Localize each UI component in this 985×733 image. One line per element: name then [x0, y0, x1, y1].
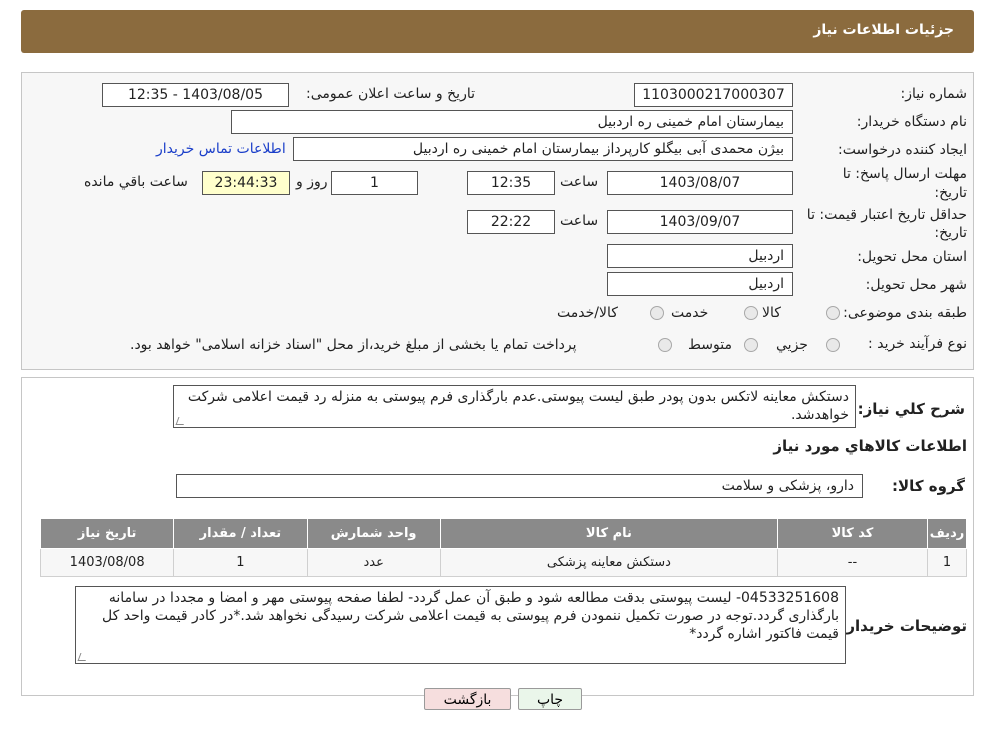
- validity-time-label: ساعت: [560, 213, 599, 229]
- description-label: شرح کلي نياز:: [857, 400, 965, 418]
- province-label: استان محل تحویل:: [857, 249, 967, 265]
- description-textarea[interactable]: دستکش معاینه لاتکس بدون پودر طبق لیست پی…: [173, 385, 856, 428]
- treasury-checkbox[interactable]: [658, 338, 672, 352]
- description-text: دستکش معاینه لاتکس بدون پودر طبق لیست پی…: [187, 389, 849, 423]
- time-remaining-label: ساعت باقي مانده: [84, 174, 188, 190]
- col-row-number: رديف: [926, 518, 968, 549]
- need-number-label: شماره نیاز:: [900, 86, 968, 102]
- category-radio-service[interactable]: [744, 306, 758, 320]
- col-unit: واحد شمارش: [306, 518, 441, 549]
- category-option-goods-service: کالا/خدمت: [557, 305, 618, 321]
- buyer-org-label: نام دستگاه خریدار:: [856, 114, 967, 130]
- cell-goods-code: --: [777, 548, 928, 577]
- buyer-notes-text: 04533251608- لیست پیوستی بدقت مطالعه شود…: [102, 590, 839, 642]
- table-row: 1 -- دستکش معاینه پزشکی عدد 1 1403/08/08: [39, 548, 968, 577]
- col-need-date: تاریخ نیاز: [39, 518, 175, 549]
- validity-label-line1: حداقل تاریخ اعتبار قیمت: تا: [806, 207, 967, 223]
- announce-label: تاریخ و ساعت اعلان عمومی:: [306, 86, 475, 102]
- category-option-service: خدمت: [671, 305, 709, 321]
- col-quantity: تعداد / مقدار: [173, 518, 308, 549]
- announce-field: 1403/08/05 - 12:35: [102, 83, 289, 107]
- goods-group-label: گروه کالا:: [892, 477, 965, 495]
- deadline-time-field: 12:35: [467, 171, 555, 195]
- validity-time-field: 22:22: [467, 210, 555, 234]
- cell-quantity: 1: [173, 548, 308, 577]
- buyer-notes-textarea[interactable]: 04533251608- لیست پیوستی بدقت مطالعه شود…: [75, 586, 846, 664]
- goods-info-title: اطلاعات کالاهاي مورد نياز: [773, 437, 967, 455]
- need-number-field: 1103000217000307: [634, 83, 793, 107]
- category-option-goods: کالا: [762, 305, 781, 321]
- process-option-minor: جزیي: [776, 337, 808, 353]
- resize-handle-icon: [175, 417, 187, 425]
- goods-table: رديف کد کالا نام کالا واحد شمارش تعداد /…: [39, 518, 968, 577]
- goods-group-field: دارو، پزشکی و سلامت: [176, 474, 863, 498]
- col-goods-name: نام کالا: [439, 518, 779, 549]
- buyer-contact-link[interactable]: اطلاعات تماس خریدار: [156, 141, 286, 157]
- category-radio-goods-service[interactable]: [650, 306, 664, 320]
- col-goods-code: کد کالا: [777, 518, 928, 549]
- validity-date-field: 1403/09/07: [607, 210, 793, 234]
- page-title: جزئیات اطلاعات نیاز: [813, 22, 954, 38]
- back-button[interactable]: بازگشت: [424, 688, 511, 710]
- creator-field: بیژن محمدی آبی بیگلو کارپرداز بیمارستان …: [293, 137, 793, 161]
- days-label: روز و: [296, 174, 328, 190]
- time-remaining-field: 23:44:33: [202, 171, 290, 195]
- city-label: شهر محل تحویل:: [865, 277, 967, 293]
- page-header: جزئیات اطلاعات نیاز: [21, 10, 974, 53]
- resize-handle-icon: [77, 653, 89, 661]
- cell-goods-name: دستکش معاینه پزشکی: [439, 548, 779, 577]
- deadline-date-field: 1403/08/07: [607, 171, 793, 195]
- cell-row-number: 1: [926, 548, 968, 577]
- deadline-label-line1: مهلت ارسال پاسخ: تا: [842, 166, 967, 182]
- process-radio-medium[interactable]: [744, 338, 758, 352]
- category-label: طبقه بندی موضوعی:: [843, 305, 967, 321]
- city-field: اردبیل: [607, 272, 793, 296]
- buyer-org-field: بیمارستان امام خمینی ره اردبیل: [231, 110, 793, 134]
- creator-label: ایجاد کننده درخواست:: [838, 142, 967, 158]
- treasury-note: پرداخت تمام یا بخشی از مبلغ خرید،از محل …: [130, 337, 577, 353]
- process-type-label: نوع فرآیند خرید :: [868, 336, 967, 352]
- buyer-notes-label: توضیحات خریدار:: [840, 617, 967, 635]
- deadline-time-label: ساعت: [560, 174, 599, 190]
- days-remaining-field: 1: [331, 171, 418, 195]
- province-field: اردبیل: [607, 244, 793, 268]
- category-radio-goods[interactable]: [826, 306, 840, 320]
- validity-label-line2: تاریخ:: [934, 225, 967, 241]
- process-option-medium: متوسط: [688, 337, 732, 353]
- process-radio-minor[interactable]: [826, 338, 840, 352]
- deadline-label-line2: تاریخ:: [934, 185, 967, 201]
- cell-unit: عدد: [306, 548, 441, 577]
- print-button[interactable]: چاپ: [518, 688, 582, 710]
- cell-need-date: 1403/08/08: [39, 548, 175, 577]
- table-header-row: رديف کد کالا نام کالا واحد شمارش تعداد /…: [39, 518, 968, 549]
